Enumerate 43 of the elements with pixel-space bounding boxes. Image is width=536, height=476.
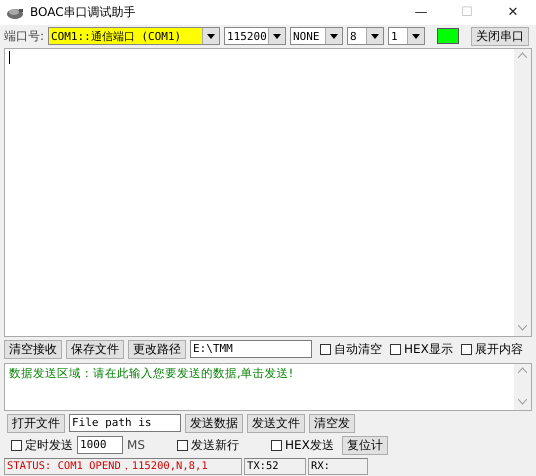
save-file-button[interactable]: 保存文件: [66, 340, 124, 358]
checkbox[interactable]: [11, 440, 22, 450]
checkbox-label: HEX显示: [404, 340, 453, 358]
checkbox[interactable]: [176, 440, 188, 450]
path-field[interactable]: E:\TMM: [190, 340, 312, 358]
interval-field[interactable]: 1000: [77, 436, 123, 454]
dropdown-arrow-icon: [330, 34, 338, 38]
checkbox-label: 自动清空: [334, 340, 382, 358]
dropdown[interactable]: 1: [388, 27, 426, 45]
send-area-hint: 数据发送区域：请在此输入您要发送的数据,单击发送!: [9, 366, 294, 380]
dropdown-arrow-icon: [412, 34, 420, 38]
checkbox-label: 发送新行: [190, 436, 239, 454]
change-path-button[interactable]: 更改路径: [128, 340, 186, 358]
send-button[interactable]: 清空发: [309, 414, 355, 432]
checkbox-label: 展开内容: [474, 340, 523, 358]
checkbox[interactable]: [460, 344, 472, 354]
checkbox[interactable]: [270, 440, 282, 450]
send-button[interactable]: 发送文件: [247, 414, 305, 432]
close-button[interactable]: ✕: [490, 5, 536, 20]
clear-receive-button[interactable]: 清空接收: [4, 340, 62, 358]
file-path-field[interactable]: File path is: [69, 414, 181, 432]
status-text: STATUS: COM1 OPEND，115200,N,8,1: [4, 458, 242, 475]
dropdown-arrow-icon: [207, 34, 216, 38]
window-title: BOAC串口调试助手: [30, 4, 137, 21]
dropdown-arrow-icon: [273, 34, 282, 38]
dropdown[interactable]: COM1::通信端口 (COM1): [48, 27, 220, 45]
checkbox-label: HEX发送: [284, 436, 334, 454]
tx-counter: TX:52: [244, 458, 306, 475]
dropdown[interactable]: 8: [347, 27, 384, 45]
dropdown[interactable]: 115200: [224, 27, 286, 45]
dropdown-arrow-icon: [371, 34, 380, 38]
dropdown[interactable]: NONE: [290, 27, 344, 45]
close-port-button[interactable]: 关闭串口: [471, 26, 530, 46]
send-button[interactable]: 发送数据: [185, 414, 243, 432]
checkbox[interactable]: [390, 344, 401, 354]
open-file-button[interactable]: 打开文件: [7, 414, 65, 432]
rx-counter: RX:: [308, 458, 368, 475]
checkbox[interactable]: [320, 344, 331, 354]
reset-button[interactable]: 复位计: [342, 436, 388, 454]
port-label: 端口号:: [4, 28, 44, 44]
unit-label: MS: [127, 438, 145, 452]
minimize-button[interactable]: —: [398, 5, 444, 20]
checkbox-label: 定时发送: [25, 436, 73, 454]
